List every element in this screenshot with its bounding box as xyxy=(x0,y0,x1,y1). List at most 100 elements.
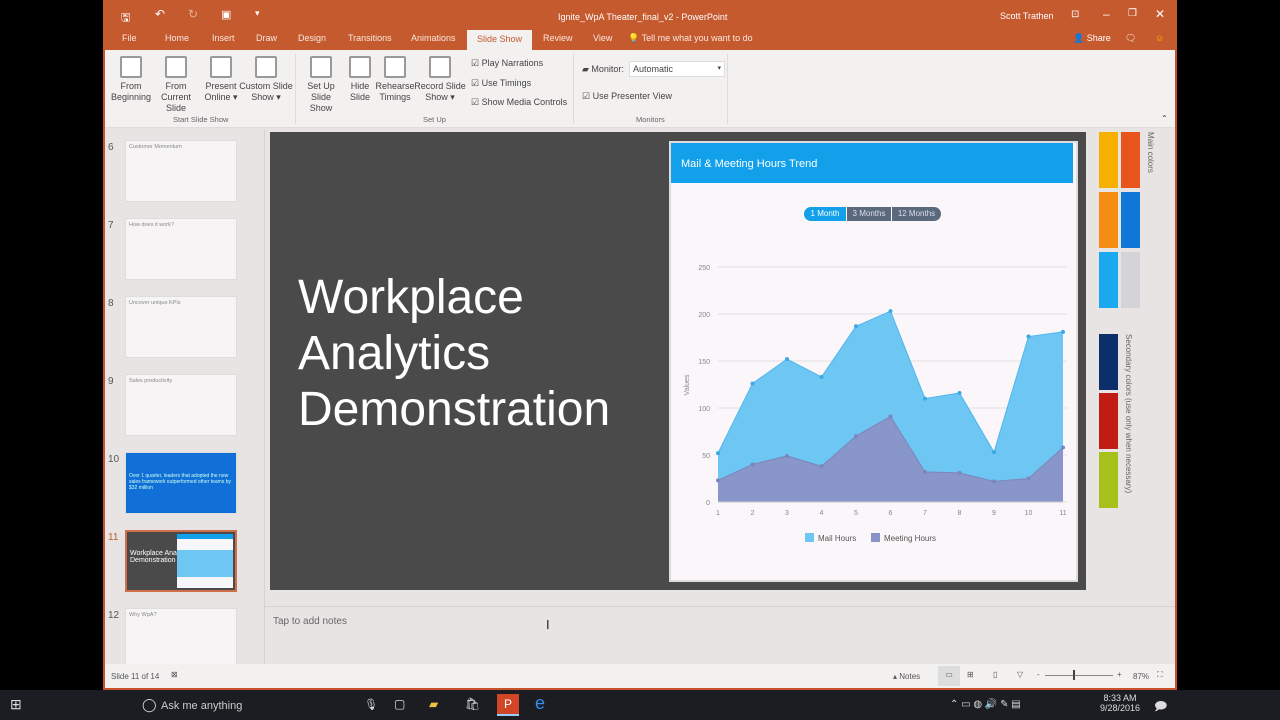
record-slide-show-button[interactable]: Record Slide Show ▾ xyxy=(413,56,467,103)
use-timings-checkbox[interactable]: ☑ Use Timings xyxy=(471,78,531,89)
x-tick-label: 9 xyxy=(992,510,996,517)
tab-review[interactable]: Review xyxy=(543,33,573,43)
tab-insert[interactable]: Insert xyxy=(212,33,235,43)
custom-slide-show-button[interactable]: Custom Slide Show ▾ xyxy=(239,56,293,103)
use-presenter-view-checkbox[interactable]: ☑ Use Presenter View xyxy=(582,91,672,102)
label: Timings xyxy=(379,92,411,102)
set-up-slide-show-button[interactable]: Set Up Slide Show xyxy=(299,56,343,114)
zoom-out-button[interactable]: - xyxy=(1037,670,1040,679)
file-explorer-icon[interactable]: ▰ xyxy=(429,697,438,711)
from-current-slide-button[interactable]: From Current Slide xyxy=(151,56,201,114)
tab-transitions[interactable]: Transitions xyxy=(348,33,392,43)
spell-check-icon[interactable]: ⊠ xyxy=(171,670,178,679)
color-swatch xyxy=(1099,132,1118,188)
y-tick-label: 50 xyxy=(702,453,710,460)
slide-thumbnail[interactable]: Customer Momentum xyxy=(125,140,237,202)
slide-thumbnail[interactable]: How does it work? xyxy=(125,218,237,280)
present-online-button[interactable]: Present Online ▾ xyxy=(202,56,240,103)
redo-icon[interactable]: ↻ xyxy=(188,7,198,21)
task-view-icon[interactable]: ▢ xyxy=(394,697,405,711)
slide-thumbnail[interactable]: Over 1 quarter, leaders that adopted the… xyxy=(125,452,237,514)
slide-thumbnail[interactable]: Sales productivity xyxy=(125,374,237,436)
tab-draw[interactable]: Draw xyxy=(256,33,277,43)
range-1-month-button[interactable]: 1 Month xyxy=(804,207,846,221)
microphone-icon[interactable]: 🎙 xyxy=(364,698,378,711)
range-3-months-button[interactable]: 3 Months xyxy=(847,207,891,221)
ribbon-display-icon[interactable]: ⊡ xyxy=(1071,9,1079,20)
chevron-down-icon: ▾ xyxy=(717,65,721,72)
zoom-slider-thumb[interactable] xyxy=(1073,670,1075,680)
slide-sorter-button[interactable]: ⊞ xyxy=(967,670,974,679)
zoom-level[interactable]: 87% xyxy=(1133,672,1149,681)
slide-thumbnail[interactable]: Workplace Analytics Demonstration xyxy=(125,530,237,592)
range-12-months-button[interactable]: 12 Months xyxy=(892,207,941,221)
slide-show-view-button[interactable]: ▽ xyxy=(1017,670,1023,679)
x-tick-label: 5 xyxy=(854,510,858,517)
customize-toolbar-icon[interactable]: ▾ xyxy=(255,8,260,19)
monitor-select[interactable]: Automatic ▾ xyxy=(629,61,725,77)
label: Set Up xyxy=(307,81,335,91)
tab-slide-show[interactable]: Slide Show xyxy=(467,30,533,50)
clock[interactable]: 8:33 AM 9/28/2016 xyxy=(1100,693,1140,713)
collapse-ribbon-icon[interactable]: ⌃ xyxy=(1161,114,1168,123)
normal-view-button[interactable]: ▭ xyxy=(938,666,960,686)
tab-home[interactable]: Home xyxy=(165,33,189,43)
data-point xyxy=(716,451,720,456)
slide-thumbnail[interactable]: Uncover unique KPIs xyxy=(125,296,237,358)
edge-icon[interactable]: e xyxy=(535,693,545,714)
from-beginning-button[interactable]: From Beginning xyxy=(109,56,153,103)
thumbnail-title: Sales productivity xyxy=(129,378,173,384)
windows-start-icon[interactable]: ⊞ xyxy=(10,696,22,713)
x-tick-label: 4 xyxy=(820,510,824,517)
label: Current Slide xyxy=(160,92,191,113)
zoom-in-button[interactable]: + xyxy=(1117,670,1122,679)
tab-design[interactable]: Design xyxy=(298,33,326,43)
search-box[interactable]: Ask me anything xyxy=(161,700,242,712)
show-media-controls-checkbox[interactable]: ☑ Show Media Controls xyxy=(471,97,567,108)
ribbon: From Beginning From Current Slide Present O… xyxy=(105,50,1175,128)
data-point xyxy=(957,470,962,475)
y-tick-label: 200 xyxy=(698,312,710,319)
tab-view[interactable]: View xyxy=(593,33,612,43)
undo-icon[interactable]: ↶ xyxy=(155,7,165,21)
restore-button[interactable]: ❐ xyxy=(1128,8,1137,19)
share-button[interactable]: 👤 Share xyxy=(1073,33,1111,44)
title-line: Workplace xyxy=(298,271,524,324)
close-button[interactable]: ✕ xyxy=(1155,7,1165,21)
action-center-icon[interactable]: 🗩 xyxy=(1154,697,1167,718)
powerpoint-taskbar-icon[interactable]: P xyxy=(497,694,519,716)
tell-me-search[interactable]: 💡 Tell me what you want to do xyxy=(628,33,753,44)
y-axis-label: Values xyxy=(684,374,691,395)
tray-icons[interactable]: ⌃ ▭ ◍ 🔊 ✎ ▤ xyxy=(950,699,1021,710)
store-icon[interactable]: 🛍 xyxy=(465,697,480,711)
slide-number: 7 xyxy=(108,220,114,231)
user-name[interactable]: Scott Trathen xyxy=(1000,11,1054,21)
label: Play Narrations xyxy=(481,58,544,68)
rehearse-timings-button[interactable]: Rehearse Timings xyxy=(375,56,415,103)
data-point xyxy=(992,450,996,455)
cortana-icon[interactable]: ◯ xyxy=(142,697,157,713)
fit-slide-button[interactable]: ⛶ xyxy=(1157,670,1163,680)
slide-thumbnail[interactable]: Why WpA? xyxy=(125,608,237,670)
custom-show-icon xyxy=(255,56,277,78)
slide-title[interactable]: Workplace Analytics Demonstration xyxy=(298,270,610,438)
zoom-slider[interactable] xyxy=(1045,675,1113,676)
play-current-icon xyxy=(165,56,187,78)
minimize-button[interactable]: – xyxy=(1103,7,1110,21)
slide-number: 8 xyxy=(108,298,114,309)
reading-view-button[interactable]: ▯ xyxy=(993,670,997,679)
notes-area[interactable]: Tap to add notes xyxy=(265,606,1175,664)
play-narrations-checkbox[interactable]: ☑ Play Narrations xyxy=(471,58,543,69)
hide-slide-button[interactable]: Hide Slide xyxy=(345,56,375,103)
divider xyxy=(727,54,728,124)
save-icon[interactable]: 🖫 xyxy=(121,9,130,28)
start-slideshow-icon[interactable]: ▣ xyxy=(221,8,231,21)
thumbnail-title: Why WpA? xyxy=(129,612,157,618)
comments-icon[interactable]: 🗨 xyxy=(1125,33,1136,44)
smiley-feedback-icon[interactable]: ☺ xyxy=(1155,33,1164,43)
notes-button[interactable]: ▴ Notes xyxy=(893,672,920,681)
label: Rehearse xyxy=(375,81,415,91)
tab-file[interactable]: File xyxy=(122,33,137,43)
tab-animations[interactable]: Animations xyxy=(411,33,456,43)
slide-thumbnail-pane[interactable]: 6 Customer Momentum 7 How does it work? 8 Unc… xyxy=(105,130,265,670)
